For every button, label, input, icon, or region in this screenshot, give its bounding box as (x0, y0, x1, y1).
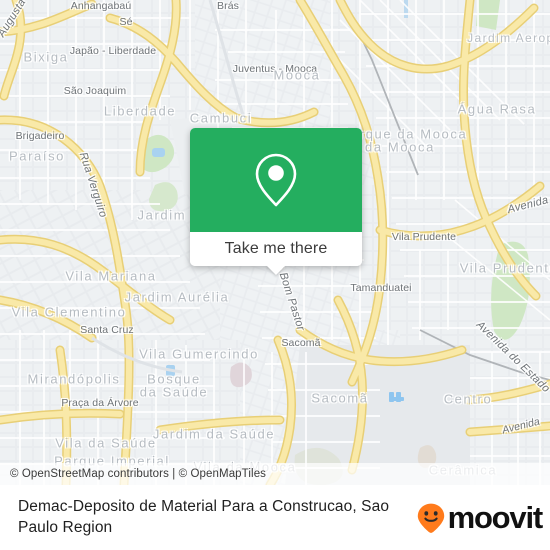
map-attribution-bar: © OpenStreetMap contributors | © OpenMap… (0, 463, 550, 485)
location-popup-card[interactable]: Take me there (190, 128, 362, 275)
popup-header (190, 128, 362, 232)
page-title: Demac-Deposito de Material Para a Constr… (18, 497, 390, 536)
moovit-map-screen: Anhangabaú Sé Brás Augusta Japão - Liberdade… (0, 0, 550, 550)
map-pin-icon (255, 153, 297, 207)
map-attribution-text: © OpenStreetMap contributors | © OpenMap… (10, 468, 267, 480)
moovit-logo[interactable]: moovit (416, 500, 544, 535)
popup-pointer-tail (266, 265, 286, 275)
moovit-wordmark: moovit (447, 500, 544, 535)
take-me-there-label: Take me there (224, 240, 328, 257)
footer-bar: Demac-Deposito de Material Para a Constr… (0, 485, 550, 550)
moovit-pin-smiley-icon (417, 503, 444, 533)
map-viewport[interactable]: Anhangabaú Sé Brás Augusta Japão - Liberdade… (0, 0, 550, 485)
popup-footer[interactable]: Take me there (190, 232, 362, 275)
